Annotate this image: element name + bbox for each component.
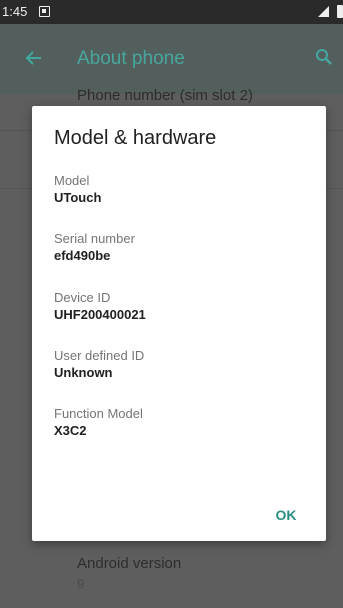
- field-value: UHF200400021: [54, 307, 146, 322]
- field-label: Function Model: [54, 406, 143, 421]
- field-value: UTouch: [54, 190, 102, 205]
- signal-icon: [318, 6, 329, 17]
- status-bar: 1:45: [0, 0, 343, 24]
- ok-button[interactable]: OK: [268, 504, 304, 526]
- list-item-android-version: Android version: [77, 555, 182, 572]
- search-icon[interactable]: [315, 48, 333, 66]
- battery-icon: [337, 5, 343, 18]
- page-title: About phone: [77, 48, 185, 69]
- field-label: Device ID: [54, 290, 111, 305]
- field-user-defined-id: User defined ID Unknown: [54, 348, 144, 381]
- field-value: X3C2: [54, 423, 87, 438]
- sim-card-icon: [39, 6, 50, 17]
- status-time: 1:45: [2, 4, 28, 19]
- model-hardware-dialog: Model & hardware Model UTouch Serial num…: [32, 106, 326, 541]
- field-value: efd490be: [54, 248, 111, 263]
- list-item-android-version-value: 9: [77, 576, 85, 591]
- field-label: Serial number: [54, 231, 135, 246]
- field-serial-number: Serial number efd490be: [54, 231, 135, 264]
- field-value: Unknown: [54, 365, 113, 380]
- list-item-phone-number: Phone number (sim slot 2): [77, 87, 253, 104]
- app-bar: About phone: [0, 24, 343, 94]
- arrow-left-icon[interactable]: [24, 48, 44, 68]
- field-function-model: Function Model X3C2: [54, 406, 143, 439]
- field-device-id: Device ID UHF200400021: [54, 290, 146, 323]
- field-model: Model UTouch: [54, 173, 101, 206]
- field-label: Model: [54, 173, 90, 188]
- field-label: User defined ID: [54, 348, 145, 363]
- dialog-title: Model & hardware: [54, 127, 217, 149]
